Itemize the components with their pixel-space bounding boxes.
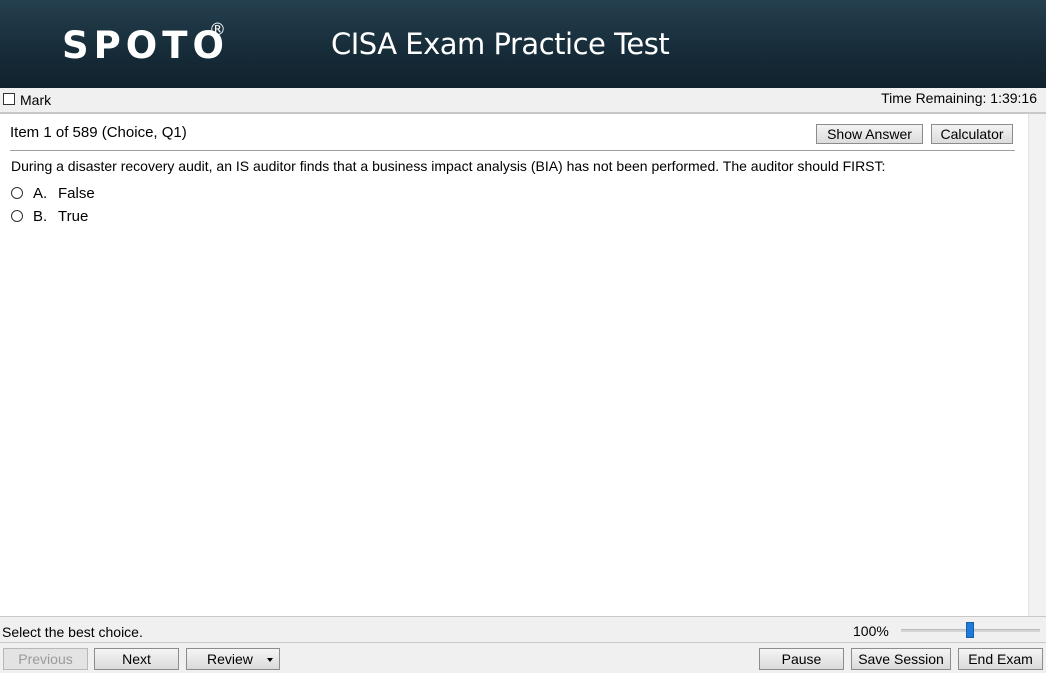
status-bar: Select the best choice. 100% <box>0 616 1046 643</box>
radio-icon[interactable] <box>11 187 23 199</box>
title-divider <box>10 150 1015 151</box>
option-text: True <box>58 208 89 225</box>
exam-title: CISA Exam Practice Test <box>331 27 670 61</box>
save-session-button[interactable]: Save Session <box>851 648 951 670</box>
pause-button[interactable]: Pause <box>759 648 844 670</box>
review-button[interactable]: Review <box>186 648 280 670</box>
mark-checkbox-icon[interactable] <box>3 93 15 105</box>
status-text: Select the best choice. <box>2 624 143 640</box>
navigation-bar: Previous Next Review Pause Save Session … <box>0 643 1046 673</box>
calculator-button[interactable]: Calculator <box>931 124 1013 144</box>
review-label: Review <box>207 651 253 667</box>
option-b[interactable]: B. True <box>11 208 211 226</box>
zoom-level: 100% <box>853 623 889 639</box>
previous-button[interactable]: Previous <box>3 648 88 670</box>
option-letter: B. <box>33 208 48 225</box>
end-exam-button[interactable]: End Exam <box>958 648 1043 670</box>
spoto-logo: SPOTO <box>62 24 229 67</box>
app-header: SPOTO ® CISA Exam Practice Test <box>0 0 1046 88</box>
item-title: Item 1 of 589 (Choice, Q1) <box>10 124 187 141</box>
option-a[interactable]: A. False <box>11 185 211 203</box>
vertical-scrollbar[interactable] <box>1028 114 1046 616</box>
caret-down-icon <box>267 658 273 662</box>
next-button[interactable]: Next <box>94 648 179 670</box>
radio-icon[interactable] <box>11 210 23 222</box>
option-text: False <box>58 185 95 202</box>
question-panel: Item 1 of 589 (Choice, Q1) Show Answer C… <box>0 114 1028 616</box>
zoom-slider-thumb[interactable] <box>966 622 974 638</box>
time-remaining: Time Remaining: 1:39:16 <box>881 90 1037 106</box>
show-answer-button[interactable]: Show Answer <box>816 124 923 144</box>
question-text: During a disaster recovery audit, an IS … <box>11 158 886 174</box>
mark-bar: Mark Time Remaining: 1:39:16 <box>0 88 1046 114</box>
mark-label[interactable]: Mark <box>20 92 51 108</box>
option-letter: A. <box>33 185 48 202</box>
registered-mark: ® <box>209 20 226 40</box>
